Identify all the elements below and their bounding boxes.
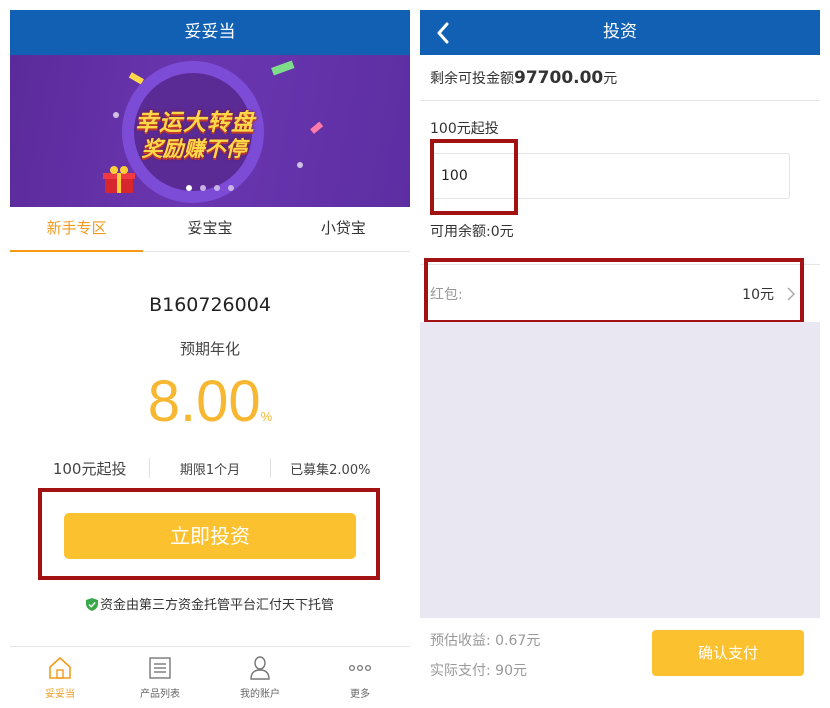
estimated-income: 预估收益: 0.67元: [430, 633, 541, 649]
nav-products-label: 产品列表: [140, 689, 180, 700]
tab-tuobaobao[interactable]: 妥宝宝: [143, 207, 276, 251]
rate-unit: %: [260, 409, 273, 424]
nav-products[interactable]: 产品列表: [110, 647, 210, 708]
invest-now-button[interactable]: 立即投资: [64, 513, 356, 559]
rate-value: 8.00%: [10, 368, 410, 435]
banner-subtitle: 奖励赚不停: [141, 137, 247, 161]
available-balance: 可用余额:0元: [430, 224, 514, 240]
invest-navbar: 投资: [420, 10, 820, 55]
min-invest-label: 100元起投: [430, 121, 499, 137]
remaining-amount: 97700.00: [514, 68, 604, 88]
carousel-dot[interactable]: [214, 185, 220, 191]
nav-more[interactable]: 更多: [310, 647, 410, 708]
gift-icon: [103, 166, 135, 193]
carousel-dot[interactable]: [228, 185, 234, 191]
invest-screen: 投资 剩余可投金额97700.00元 100元起投 可用余额:0元 红包: 10…: [420, 10, 820, 708]
term: 期限1个月: [179, 462, 241, 478]
page-title: 妥妥当: [184, 22, 236, 42]
banner-title: 幸运大转盘: [135, 110, 255, 136]
carousel-dot[interactable]: [186, 185, 192, 191]
remaining-amount-row: 剩余可投金额97700.00元: [420, 55, 820, 101]
list-icon: [149, 657, 171, 679]
remaining-unit: 元: [603, 71, 618, 87]
home-icon: [49, 656, 71, 679]
shield-icon: [85, 598, 98, 611]
trust-note-text: 资金由第三方资金托管平台汇付天下托管: [99, 598, 334, 613]
home-navbar: 妥妥当: [10, 10, 410, 55]
carousel-dot[interactable]: [200, 185, 206, 191]
nav-account-label: 我的账户: [240, 689, 280, 700]
product-code: B160726004: [149, 294, 271, 316]
tab-xiaodaibao[interactable]: 小贷宝: [277, 207, 410, 251]
confirm-pay-button[interactable]: 确认支付: [652, 630, 804, 676]
remaining-label: 剩余可投金额: [430, 71, 514, 87]
nav-home[interactable]: 妥妥当: [10, 647, 110, 708]
empty-area: [420, 322, 820, 618]
user-icon: [250, 656, 270, 680]
page-title: 投资: [603, 22, 637, 42]
rate-label: 预期年化: [179, 340, 240, 358]
back-button[interactable]: [428, 10, 458, 55]
chevron-left-icon: [437, 22, 449, 43]
rate-number: 8.00: [147, 369, 261, 434]
actual-payment: 实际支付: 90元: [430, 663, 527, 679]
product-stats: 100元起投 期限1个月 已募集2.00%: [30, 456, 390, 480]
nav-more-label: 更多: [350, 689, 370, 700]
nav-account[interactable]: 我的账户: [210, 647, 310, 708]
carousel-dots[interactable]: [186, 185, 234, 191]
highlight-box: [424, 258, 804, 324]
tab-newbie[interactable]: 新手专区: [10, 207, 144, 252]
trust-note: 资金由第三方资金托管平台汇付天下托管: [10, 594, 410, 613]
nav-home-label: 妥妥当: [45, 689, 75, 700]
home-screen: 妥妥当 幸运大转盘 奖励赚不停 新手专区 妥宝宝 小贷宝 B160726004 …: [10, 10, 410, 708]
min-invest: 100元起投: [52, 459, 127, 478]
product-tabs: 新手专区 妥宝宝 小贷宝: [10, 207, 410, 252]
bottom-nav: 妥妥当 产品列表 我的账户 更多: [10, 646, 410, 708]
more-icon: [348, 664, 372, 672]
promo-banner[interactable]: 幸运大转盘 奖励赚不停: [10, 55, 410, 207]
raised-percent: 已募集2.00%: [290, 462, 371, 478]
highlight-box: [430, 139, 518, 215]
